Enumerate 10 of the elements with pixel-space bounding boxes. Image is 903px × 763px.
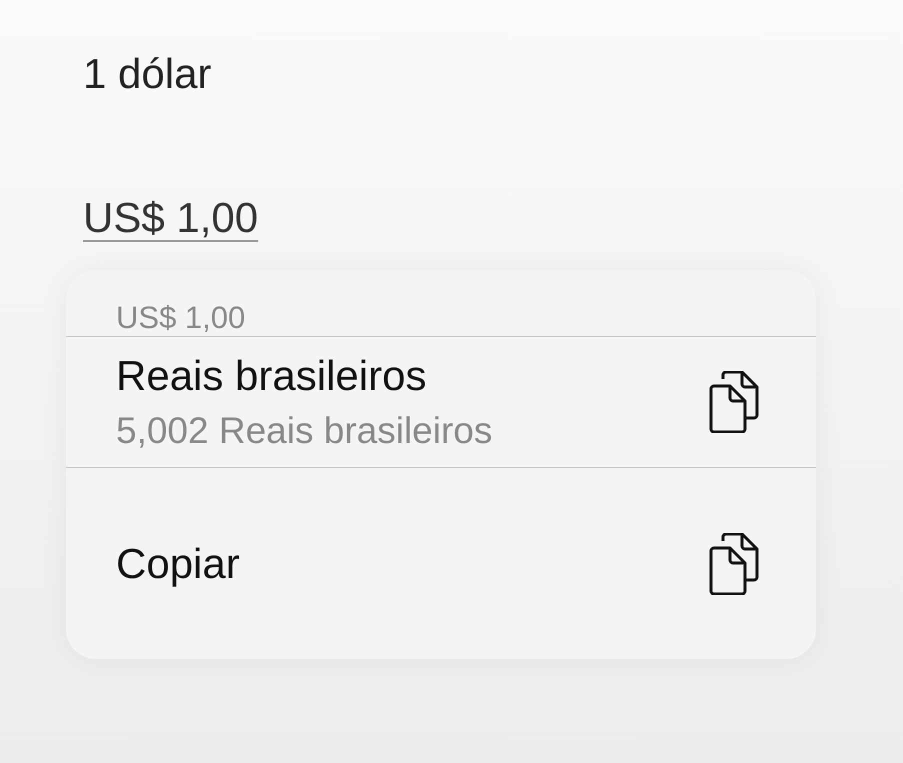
menu-item-title: Copiar (116, 540, 240, 588)
menu-item-subtitle: 5,002 Reais brasileiros (116, 410, 492, 452)
heading-text: 1 dólar (83, 49, 212, 99)
menu-item[interactable]: Reais brasileiros 5,002 Reais brasileiros (66, 337, 816, 468)
menu-item[interactable]: Copiar (66, 468, 816, 659)
amount-link[interactable]: US$ 1,00 (83, 194, 258, 241)
copy-icon (709, 371, 759, 433)
menu-item-title: Reais brasileiros (116, 352, 428, 400)
copy-icon (709, 532, 759, 594)
menu-header: US$ 1,00 (66, 270, 816, 337)
